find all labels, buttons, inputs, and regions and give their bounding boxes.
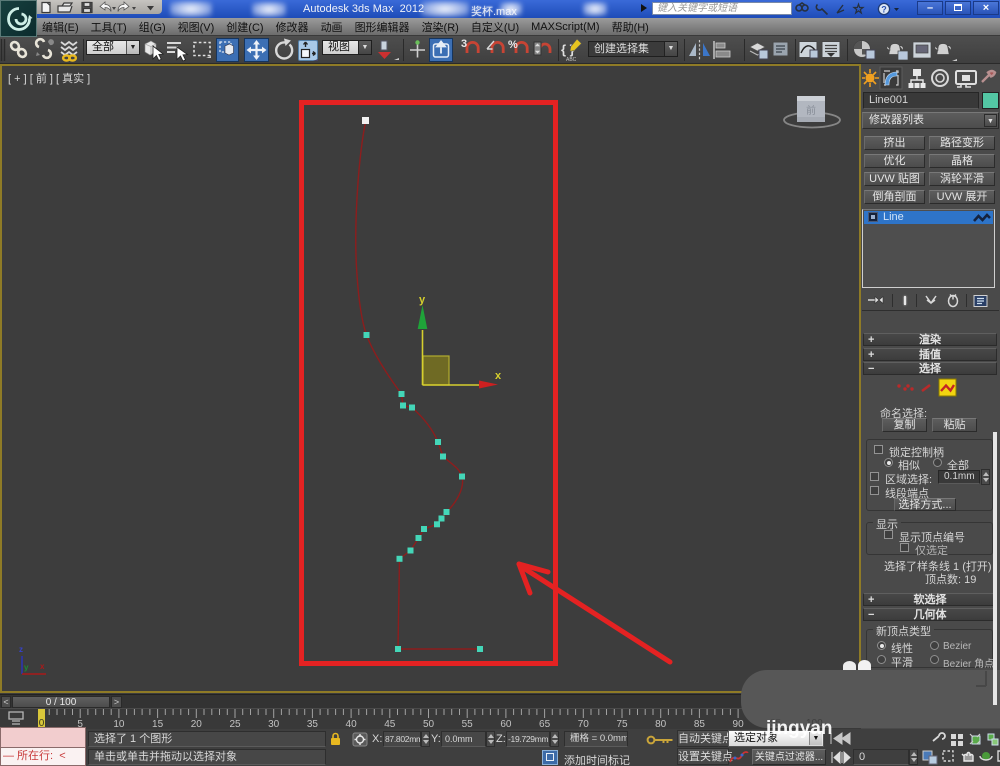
svg-text:z: z (19, 645, 23, 654)
svg-text:ABC: ABC (566, 57, 577, 63)
svg-text:%: % (508, 39, 518, 51)
svg-text:15: 15 (152, 719, 164, 729)
svg-text:75: 75 (616, 719, 628, 729)
svg-text:前: 前 (806, 104, 816, 117)
svg-text:20: 20 (191, 719, 203, 729)
svg-text:70: 70 (578, 719, 590, 729)
svg-text:90: 90 (733, 719, 745, 729)
svg-text:y: y (419, 294, 426, 306)
svg-text:45: 45 (384, 719, 396, 729)
svg-text:30: 30 (268, 719, 280, 729)
svg-text:60: 60 (500, 719, 512, 729)
svg-text:40: 40 (346, 719, 358, 729)
svg-text:?: ? (881, 4, 887, 14)
svg-text:3: 3 (461, 38, 467, 50)
svg-text:80: 80 (655, 719, 667, 729)
svg-text:x: x (495, 370, 502, 382)
svg-text:x: x (40, 662, 45, 671)
svg-text:55: 55 (462, 719, 474, 729)
svg-text:y: y (24, 663, 29, 672)
svg-text:65: 65 (539, 719, 551, 729)
svg-text:50: 50 (423, 719, 435, 729)
svg-text:85: 85 (694, 719, 706, 729)
svg-text:25: 25 (229, 719, 241, 729)
svg-text:10: 10 (113, 719, 125, 729)
svg-text:35: 35 (307, 719, 319, 729)
